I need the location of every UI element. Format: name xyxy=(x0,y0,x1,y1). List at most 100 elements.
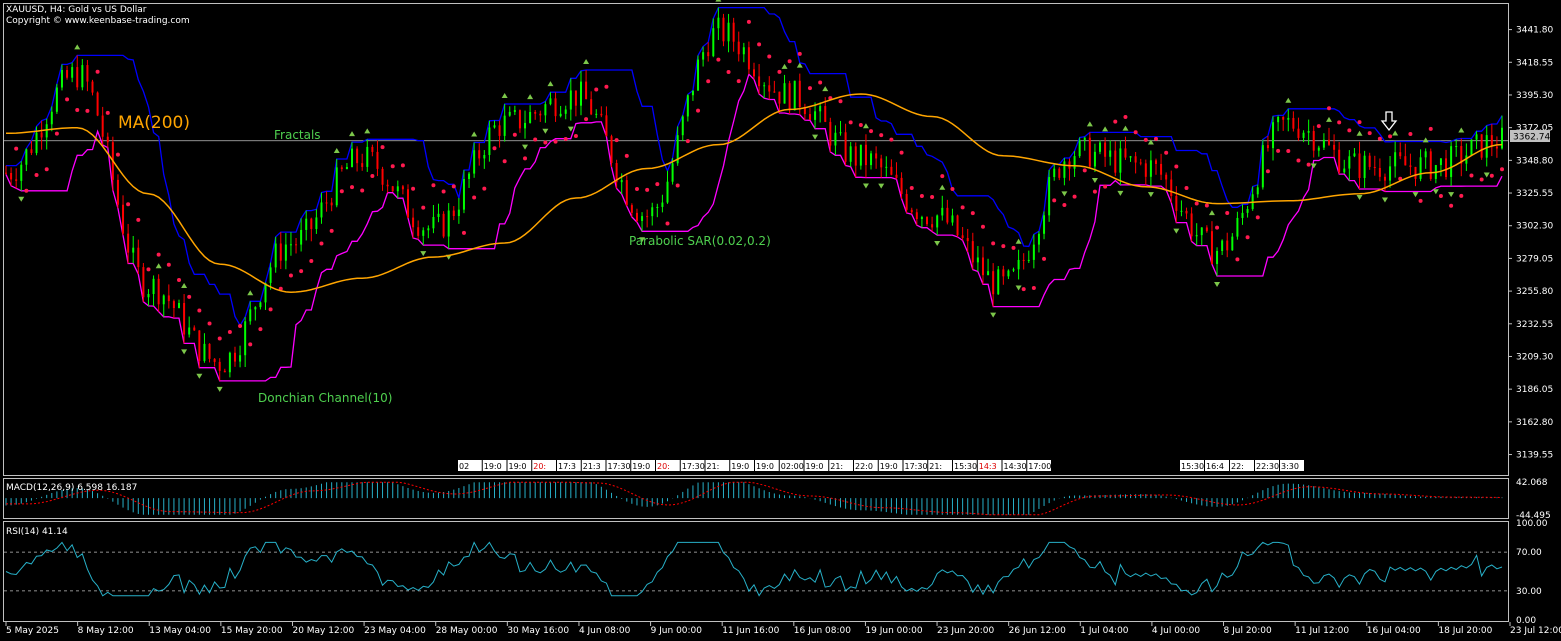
sar-dot xyxy=(411,186,416,191)
candle-body xyxy=(249,309,252,322)
candle-body xyxy=(1134,156,1137,163)
session-marker-label: 19:0 xyxy=(756,462,774,471)
candle-body xyxy=(452,210,455,217)
candle-body xyxy=(549,98,552,105)
price-tick-label: 3232.55 xyxy=(1516,320,1553,330)
sar-dot xyxy=(1306,162,1311,167)
sar-dot xyxy=(380,145,385,150)
sar-dot xyxy=(85,108,90,113)
sar-dot xyxy=(1092,189,1097,194)
time-tick-label: 15 May 20:00 xyxy=(221,626,283,636)
sar-dot xyxy=(726,69,731,74)
sar-dot xyxy=(115,152,120,157)
candle-body xyxy=(1450,146,1453,177)
sar-dot xyxy=(543,140,548,145)
candle-body xyxy=(870,153,873,166)
candle-body xyxy=(691,90,694,96)
session-marker-label: 02 xyxy=(459,462,469,471)
session-marker-label: 19:0 xyxy=(632,462,650,471)
sar-dot xyxy=(177,277,182,282)
candle-body xyxy=(1058,168,1061,178)
sar-dot xyxy=(604,84,609,89)
sar-dot xyxy=(838,99,843,104)
sar-dot xyxy=(991,241,996,246)
sar-dot xyxy=(594,87,599,92)
time-tick-label: 16 Jun 08:00 xyxy=(794,626,851,636)
candle-body xyxy=(1394,152,1397,167)
chart-title: XAUUSD, H4: Gold vs US Dollar xyxy=(6,5,147,15)
candle-body xyxy=(635,212,638,221)
candle-body xyxy=(1338,149,1341,173)
candle-body xyxy=(315,217,318,229)
sar-dot xyxy=(1449,203,1454,208)
sar-dot xyxy=(319,241,324,246)
sar-dot xyxy=(675,183,680,188)
candle-body xyxy=(35,132,38,154)
candle-body xyxy=(1399,152,1402,157)
sar-dot xyxy=(400,163,405,168)
sar-dot xyxy=(1042,256,1047,261)
session-marker-label: 22:30 xyxy=(1256,462,1279,471)
candle-body xyxy=(1439,158,1442,166)
candle-body xyxy=(1266,145,1269,149)
sar-dot xyxy=(14,146,19,151)
candle-body xyxy=(864,144,867,166)
candle-body xyxy=(432,216,435,229)
sar-dot xyxy=(960,205,965,210)
price-tick-label: 3209.30 xyxy=(1516,352,1553,362)
session-marker-label: 17:30 xyxy=(608,462,631,471)
candle-body xyxy=(45,124,48,138)
candle-body xyxy=(920,217,923,220)
candle-body xyxy=(574,90,577,106)
sar-dot xyxy=(54,131,59,136)
candle-body xyxy=(1272,122,1275,149)
candle-body xyxy=(203,343,206,361)
candle-body xyxy=(1363,155,1366,178)
candle-body xyxy=(1129,156,1132,158)
sar-dot xyxy=(940,174,945,179)
candle-body xyxy=(1404,156,1407,166)
candle-body xyxy=(788,83,791,111)
candle-body xyxy=(829,121,832,146)
session-marker-label: 17:3 xyxy=(558,462,576,471)
candle-body xyxy=(25,149,28,165)
candle-body xyxy=(351,148,354,168)
candle-body xyxy=(564,109,567,114)
candle-body xyxy=(1236,217,1239,237)
candle-body xyxy=(595,113,598,115)
candle-body xyxy=(936,215,939,228)
candle-body xyxy=(1282,116,1285,120)
candle-body xyxy=(132,247,135,253)
sar-dot xyxy=(502,159,507,164)
candle-body xyxy=(941,207,944,216)
candle-body xyxy=(1165,174,1168,180)
sar-dot xyxy=(665,221,670,226)
candle-body xyxy=(1175,195,1178,211)
candle-body xyxy=(1170,179,1173,196)
candle-body xyxy=(1043,215,1046,234)
rsi-title: RSI(14) 41.14 xyxy=(6,527,68,537)
sar-dot xyxy=(1072,194,1077,199)
sar-dot xyxy=(217,336,222,341)
session-marker-label: 21:3 xyxy=(583,462,601,471)
sar-dot xyxy=(899,150,904,155)
candle-body xyxy=(1149,160,1152,177)
sar-dot xyxy=(1316,124,1321,129)
time-tick-label: 4 Jul 00:00 xyxy=(1152,626,1201,636)
sar-dot xyxy=(1215,225,1220,230)
candle-body xyxy=(1185,210,1188,214)
candle-body xyxy=(1104,142,1107,157)
candle-body xyxy=(457,209,460,217)
sar-dot xyxy=(1133,130,1138,135)
sar-dot xyxy=(65,97,70,102)
candle-body xyxy=(386,184,389,187)
candle-body xyxy=(417,227,420,236)
candle-body xyxy=(473,150,476,174)
candle-body xyxy=(1073,156,1076,169)
candle-body xyxy=(808,114,811,120)
candle-body xyxy=(702,52,705,60)
time-tick-label: 23 May 04:00 xyxy=(364,626,426,636)
rsi-tick-label: 100.00 xyxy=(1516,519,1548,529)
sar-dot xyxy=(75,108,80,113)
session-marker-label: 14:3 xyxy=(979,462,997,471)
